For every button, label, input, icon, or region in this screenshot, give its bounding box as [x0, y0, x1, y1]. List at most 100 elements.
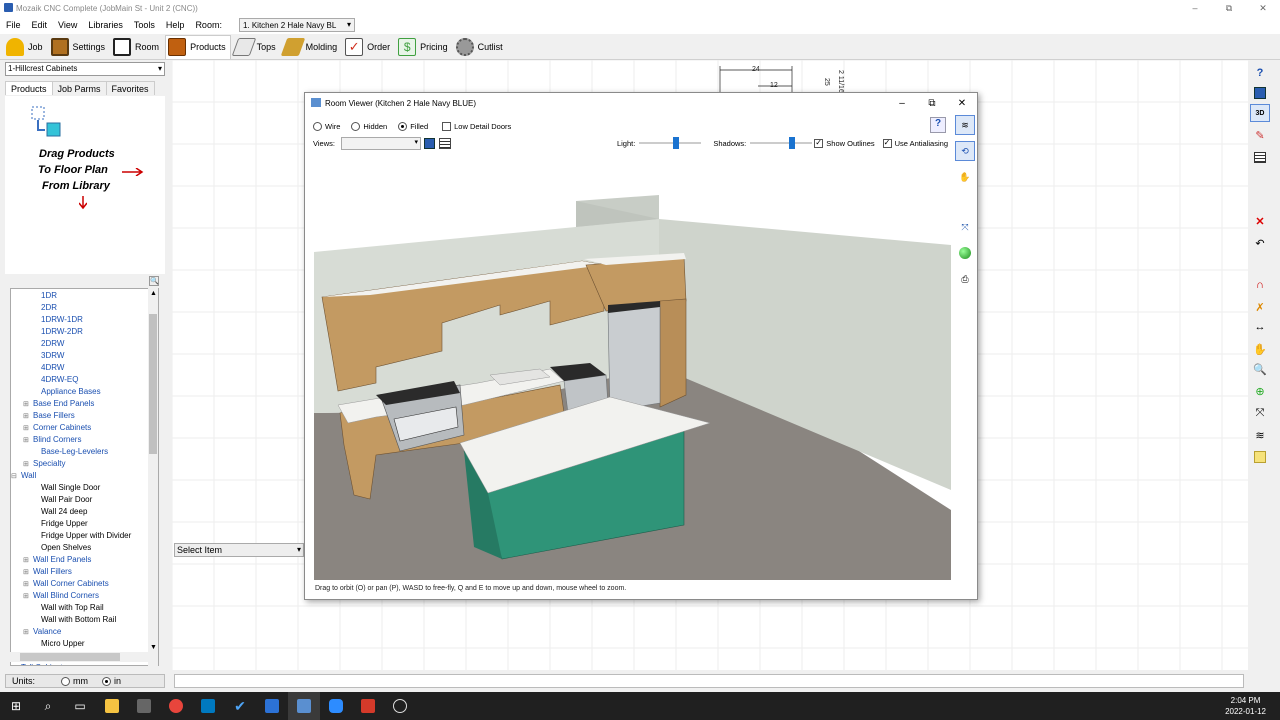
- search-icon[interactable]: ⌕: [32, 692, 64, 720]
- magnet-icon[interactable]: ∩: [1250, 276, 1270, 294]
- print-icon[interactable]: ⎙: [955, 269, 975, 289]
- view-list-icon[interactable]: [438, 137, 451, 149]
- save-view-icon[interactable]: [423, 137, 435, 149]
- tree-item[interactable]: 2DR: [41, 303, 57, 312]
- tree-item[interactable]: Wall End Panels: [33, 555, 91, 564]
- tree-expander-icon[interactable]: ⊞: [23, 424, 29, 432]
- menu-libraries[interactable]: Libraries: [88, 20, 123, 30]
- light-slider-thumb[interactable]: [672, 137, 679, 149]
- select-item-dropdown[interactable]: Select Item ▾: [174, 543, 304, 557]
- tree-item[interactable]: Wall Pair Door: [41, 495, 92, 504]
- tree-item[interactable]: Base Fillers: [33, 411, 75, 420]
- mode-filled-radio[interactable]: [398, 121, 408, 131]
- tree-item[interactable]: Valance: [33, 627, 61, 636]
- mode-hidden-radio[interactable]: [351, 121, 361, 131]
- pan-hand-icon[interactable]: ✋: [955, 167, 975, 187]
- show-outlines-checkbox[interactable]: [814, 138, 824, 148]
- layers-icon[interactable]: ≋: [955, 115, 975, 135]
- pdf-icon[interactable]: [352, 692, 384, 720]
- tab-order[interactable]: ✓ Order: [343, 35, 394, 59]
- tree-horizontal-scrollbar[interactable]: [10, 652, 158, 662]
- light-slider[interactable]: [639, 137, 702, 149]
- menu-file[interactable]: File: [6, 20, 21, 30]
- tree-item[interactable]: Corner Cabinets: [33, 423, 91, 432]
- menu-view[interactable]: View: [58, 20, 77, 30]
- tree-item[interactable]: Fridge Upper with Divider: [41, 531, 131, 540]
- save-icon[interactable]: [1250, 84, 1270, 102]
- system-clock[interactable]: 2:04 PM 2022-01-12: [1225, 695, 1266, 717]
- render-sphere-icon[interactable]: [955, 243, 975, 263]
- antialias-checkbox[interactable]: [882, 138, 892, 148]
- chrome-icon[interactable]: [160, 692, 192, 720]
- tree-item[interactable]: 3DRW: [41, 351, 64, 360]
- tab-pricing[interactable]: $ Pricing: [396, 35, 452, 59]
- unit-mm-radio[interactable]: [61, 676, 71, 686]
- clock-app-icon[interactable]: [384, 692, 416, 720]
- 3d-viewport[interactable]: [314, 155, 951, 580]
- shadows-slider[interactable]: [750, 137, 813, 149]
- help-arrow-icon[interactable]: ?: [1250, 64, 1270, 82]
- zoom-extents-icon[interactable]: ⤧: [955, 217, 975, 237]
- tree-item[interactable]: Blind Corners: [33, 435, 81, 444]
- tree-hscroll-thumb[interactable]: [20, 653, 120, 661]
- tree-item[interactable]: Wall: [21, 471, 36, 480]
- tree-item[interactable]: Tall Cabinets: [21, 663, 67, 665]
- dimension-icon[interactable]: ↔: [1250, 318, 1270, 336]
- tree-expander-icon[interactable]: ⊞: [23, 556, 29, 564]
- tree-expander-icon[interactable]: ⊞: [23, 628, 29, 636]
- viewer-help-button[interactable]: ?: [930, 117, 946, 133]
- tree-item[interactable]: Wall Corner Cabinets: [33, 579, 109, 588]
- tree-item[interactable]: Wall with Top Rail: [41, 603, 104, 612]
- tree-expander-icon[interactable]: ⊞: [23, 592, 29, 600]
- low-detail-checkbox[interactable]: [442, 121, 452, 131]
- start-button[interactable]: ⊞: [0, 692, 32, 720]
- tree-expander-icon[interactable]: ⊟: [11, 664, 17, 665]
- menu-tools[interactable]: Tools: [134, 20, 155, 30]
- tree-item[interactable]: 1DRW-2DR: [41, 327, 83, 336]
- menu-help[interactable]: Help: [166, 20, 185, 30]
- tree-item[interactable]: Specialty: [33, 459, 65, 468]
- calculator-icon[interactable]: [128, 692, 160, 720]
- pencil-icon[interactable]: ✎: [1250, 126, 1270, 144]
- restore-button[interactable]: ⧉: [1212, 3, 1246, 14]
- viewer-close-button[interactable]: ✕: [947, 98, 977, 109]
- tab-products[interactable]: Products: [165, 34, 231, 59]
- minimize-button[interactable]: –: [1178, 3, 1212, 14]
- tree-expander-icon[interactable]: ⊟: [11, 472, 17, 480]
- tree-item[interactable]: Base-Leg-Levelers: [41, 447, 108, 456]
- tree-item[interactable]: 4DRW: [41, 363, 64, 372]
- tree-item[interactable]: Wall Fillers: [33, 567, 72, 576]
- note-icon[interactable]: [1250, 448, 1270, 466]
- tree-item[interactable]: Wall with Bottom Rail: [41, 615, 116, 624]
- undo-icon[interactable]: ↶: [1250, 234, 1270, 252]
- subtab-job-parms[interactable]: Job Parms: [51, 81, 107, 95]
- tab-tops[interactable]: Tops: [231, 35, 280, 59]
- tab-job[interactable]: Job: [4, 35, 47, 59]
- tree-scroll-thumb[interactable]: [149, 314, 157, 454]
- tree-item[interactable]: 1DRW-1DR: [41, 315, 83, 324]
- tree-item[interactable]: Fridge Upper: [41, 519, 88, 528]
- tab-cutlist[interactable]: Cutlist: [454, 35, 507, 59]
- unit-in-radio[interactable]: [102, 676, 112, 686]
- tree-item[interactable]: Wall Single Door: [41, 483, 100, 492]
- table-icon[interactable]: [1250, 148, 1270, 166]
- menu-edit[interactable]: Edit: [32, 20, 48, 30]
- close-button[interactable]: ✕: [1246, 3, 1280, 14]
- tree-item[interactable]: 2DRW: [41, 339, 64, 348]
- file-explorer-icon[interactable]: [96, 692, 128, 720]
- mode-wire-radio[interactable]: [313, 121, 322, 131]
- tree-expander-icon[interactable]: ⊞: [23, 460, 29, 468]
- view-3d-icon[interactable]: 3D: [1250, 104, 1270, 122]
- tab-room[interactable]: Room: [111, 35, 163, 59]
- task-view-icon[interactable]: ▭: [64, 692, 96, 720]
- tree-item[interactable]: Micro Upper: [41, 639, 85, 648]
- zoom-extents-icon[interactable]: ⤧: [1250, 404, 1270, 422]
- library-select[interactable]: 1-Hillcrest Cabinets ▾: [5, 62, 165, 76]
- zoom-app-icon[interactable]: [320, 692, 352, 720]
- tree-expander-icon[interactable]: ⊞: [23, 580, 29, 588]
- calendar-icon[interactable]: [256, 692, 288, 720]
- tree-item[interactable]: Wall Blind Corners: [33, 591, 99, 600]
- tree-expander-icon[interactable]: ⊞: [23, 436, 29, 444]
- tab-settings[interactable]: Settings: [49, 35, 110, 59]
- viewer-minimize-button[interactable]: –: [887, 98, 917, 109]
